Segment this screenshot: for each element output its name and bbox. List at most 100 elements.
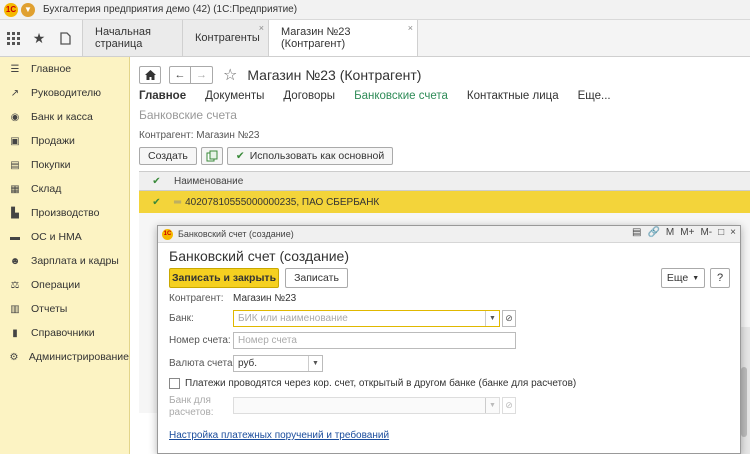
correspondent-account-checkbox[interactable] xyxy=(169,378,180,389)
help-button[interactable]: ? xyxy=(710,268,730,288)
settlement-bank-label-line1: Банк для xyxy=(169,395,211,406)
tab-kontragenty[interactable]: Контрагенты × xyxy=(182,20,268,56)
sidebar-item-label: Руководителю xyxy=(31,87,102,99)
subnav-more[interactable]: Еще... xyxy=(578,90,611,102)
main-menu-icon[interactable]: ▼ xyxy=(21,2,35,17)
basket-icon: ▤ xyxy=(10,159,20,171)
row-account-name: 40207810555000000235, ПАО СБЕРБАНК xyxy=(185,196,380,208)
chevron-down-icon[interactable]: ▼ xyxy=(308,356,322,371)
sidebar-item-sales[interactable]: ▣ Продажи xyxy=(0,129,129,153)
dialog-window-title: Банковский счет (создание) xyxy=(178,229,294,239)
sidebar-item-reports[interactable]: ▥ Отчеты xyxy=(0,297,129,321)
sidebar-item-label: Зарплата и кадры xyxy=(31,255,119,267)
tab-magazin[interactable]: Магазин №23 (Контрагент) × xyxy=(268,20,418,56)
history-icon[interactable] xyxy=(52,20,78,56)
scales-icon: ⚖ xyxy=(10,279,20,291)
scrollbar-thumb[interactable] xyxy=(741,367,747,437)
favorites-star-icon[interactable]: ★ xyxy=(26,20,52,56)
account-input[interactable]: Номер счета xyxy=(233,332,516,349)
sidebar-item-operations[interactable]: ⚖ Операции xyxy=(0,273,129,297)
favorite-star-icon[interactable]: ☆ xyxy=(223,65,237,85)
copy-button[interactable] xyxy=(200,147,223,165)
checkmark-icon: ✔ xyxy=(152,175,161,187)
kontragent-value[interactable]: Магазин №23 xyxy=(196,130,259,141)
tab-home-label: Начальная страница xyxy=(95,26,151,50)
1c-logo-icon: 1С xyxy=(4,2,18,17)
bank-icon: ◉ xyxy=(10,111,20,123)
chevron-down-icon: ▼ xyxy=(692,274,700,282)
currency-select[interactable]: руб. ▼ xyxy=(233,355,323,372)
copy-icon[interactable]: ▤ xyxy=(632,227,641,238)
book-icon: ▮ xyxy=(12,327,18,339)
sidebar-item-catalogs[interactable]: ▮ Справочники xyxy=(0,321,129,345)
sidebar-item-label: Главное xyxy=(31,63,72,75)
page-title: Магазин №23 (Контрагент) xyxy=(247,67,422,83)
subnav-bank-accounts[interactable]: Банковские счета xyxy=(354,90,448,102)
create-button[interactable]: Создать xyxy=(139,147,197,165)
bank-account-dialog: 1С Банковский счет (создание) ▤ 🔗 M M+ M… xyxy=(157,225,741,454)
tab-kontragenty-label: Контрагенты xyxy=(195,32,260,44)
sidebar-item-production[interactable]: ▙ Производство xyxy=(0,201,129,225)
sidebar-item-admin[interactable]: ⚙ Администрирование xyxy=(0,345,129,369)
more-button[interactable]: Еще ▼ xyxy=(661,268,705,288)
close-tab-icon[interactable]: × xyxy=(408,23,413,33)
column-name-header[interactable]: Наименование xyxy=(174,176,243,187)
kontragent-field-value[interactable]: Магазин №23 xyxy=(233,293,296,304)
sidebar-item-main[interactable]: ☰ Главное xyxy=(0,57,129,81)
chevron-down-icon[interactable]: ▼ xyxy=(485,398,499,413)
window-titlebar: 1С ▼ Бухгалтерия предприятия демо (42) (… xyxy=(0,0,750,20)
kontragent-info: Контрагент: Магазин №23 xyxy=(139,130,259,141)
link-icon[interactable]: 🔗 xyxy=(647,227,659,238)
use-as-main-button[interactable]: ✔ Использовать как основной xyxy=(226,147,394,165)
subnav-contracts[interactable]: Договоры xyxy=(283,90,335,102)
item-dash-icon: ═ xyxy=(174,196,182,208)
table-row[interactable]: ✔ ═ 40207810555000000235, ПАО СБЕРБАНК xyxy=(139,191,750,213)
sidebar-item-assets[interactable]: ▬ ОС и НМА xyxy=(0,225,129,249)
1c-logo-icon: 1С xyxy=(162,228,173,240)
sidebar-item-label: Производство xyxy=(31,207,100,219)
close-tab-icon[interactable]: × xyxy=(259,23,264,33)
subnav-main[interactable]: Главное xyxy=(139,90,186,102)
bank-input[interactable]: БИК или наименование ▼ xyxy=(233,310,500,327)
tab-magazin-label: Магазин №23 (Контрагент) xyxy=(281,26,351,50)
back-arrow-icon[interactable]: ← xyxy=(169,66,191,84)
sidebar-item-label: ОС и НМА xyxy=(31,231,82,243)
maximize-icon[interactable]: □ xyxy=(718,227,724,238)
kontragent-field-label: Контрагент: xyxy=(169,293,224,304)
sidebar-item-warehouse[interactable]: ▦ Склад xyxy=(0,177,129,201)
subnav-documents[interactable]: Документы xyxy=(205,90,264,102)
table-header: ✔ Наименование xyxy=(139,171,750,191)
memory-minus-icon[interactable]: M- xyxy=(700,227,712,238)
sidebar-item-management[interactable]: ↗ Руководителю xyxy=(0,81,129,105)
home-button[interactable] xyxy=(139,66,161,84)
kontragent-label: Контрагент: xyxy=(139,130,194,141)
account-field-label: Номер счета: xyxy=(169,335,231,346)
apps-grid-icon[interactable] xyxy=(0,20,26,56)
payment-settings-link[interactable]: Настройка платежных поручений и требован… xyxy=(169,430,389,441)
sidebar-item-bank[interactable]: ◉ Банк и касса xyxy=(0,105,129,129)
account-input-placeholder: Номер счета xyxy=(238,335,297,346)
sidebar-item-purchases[interactable]: ▤ Покупки xyxy=(0,153,129,177)
correspondent-account-checkbox-row[interactable]: Платежи проводятся через кор. счет, откр… xyxy=(169,378,576,389)
sidebar-item-label: Отчеты xyxy=(31,303,68,315)
subnav-contacts[interactable]: Контактные лица xyxy=(467,90,559,102)
menu-icon: ☰ xyxy=(10,63,20,75)
save-and-close-button[interactable]: Записать и закрыть xyxy=(169,268,279,288)
use-as-main-label: Использовать как основной xyxy=(249,150,385,162)
chevron-down-icon[interactable]: ▼ xyxy=(485,311,499,326)
memory-icon[interactable]: M xyxy=(666,227,674,238)
sidebar-item-label: Операции xyxy=(31,279,81,291)
close-icon[interactable]: × xyxy=(730,227,736,238)
history-nav: ← → xyxy=(169,66,213,84)
sidebar-item-salary[interactable]: ☻ Зарплата и кадры xyxy=(0,249,129,273)
open-link-icon[interactable]: ⊘ xyxy=(502,310,516,327)
dialog-titlebar: 1С Банковский счет (создание) ▤ 🔗 M M+ M… xyxy=(158,226,740,243)
settlement-bank-input[interactable]: ▼ xyxy=(233,397,500,414)
settlement-bank-label-line2: расчетов: xyxy=(169,407,214,418)
save-button[interactable]: Записать xyxy=(285,268,348,288)
forward-arrow-icon[interactable]: → xyxy=(191,66,213,84)
memory-plus-icon[interactable]: M+ xyxy=(680,227,694,238)
open-link-icon[interactable]: ⊘ xyxy=(502,397,516,414)
tab-home[interactable]: Начальная страница xyxy=(82,20,182,56)
bank-input-placeholder: БИК или наименование xyxy=(238,313,348,324)
